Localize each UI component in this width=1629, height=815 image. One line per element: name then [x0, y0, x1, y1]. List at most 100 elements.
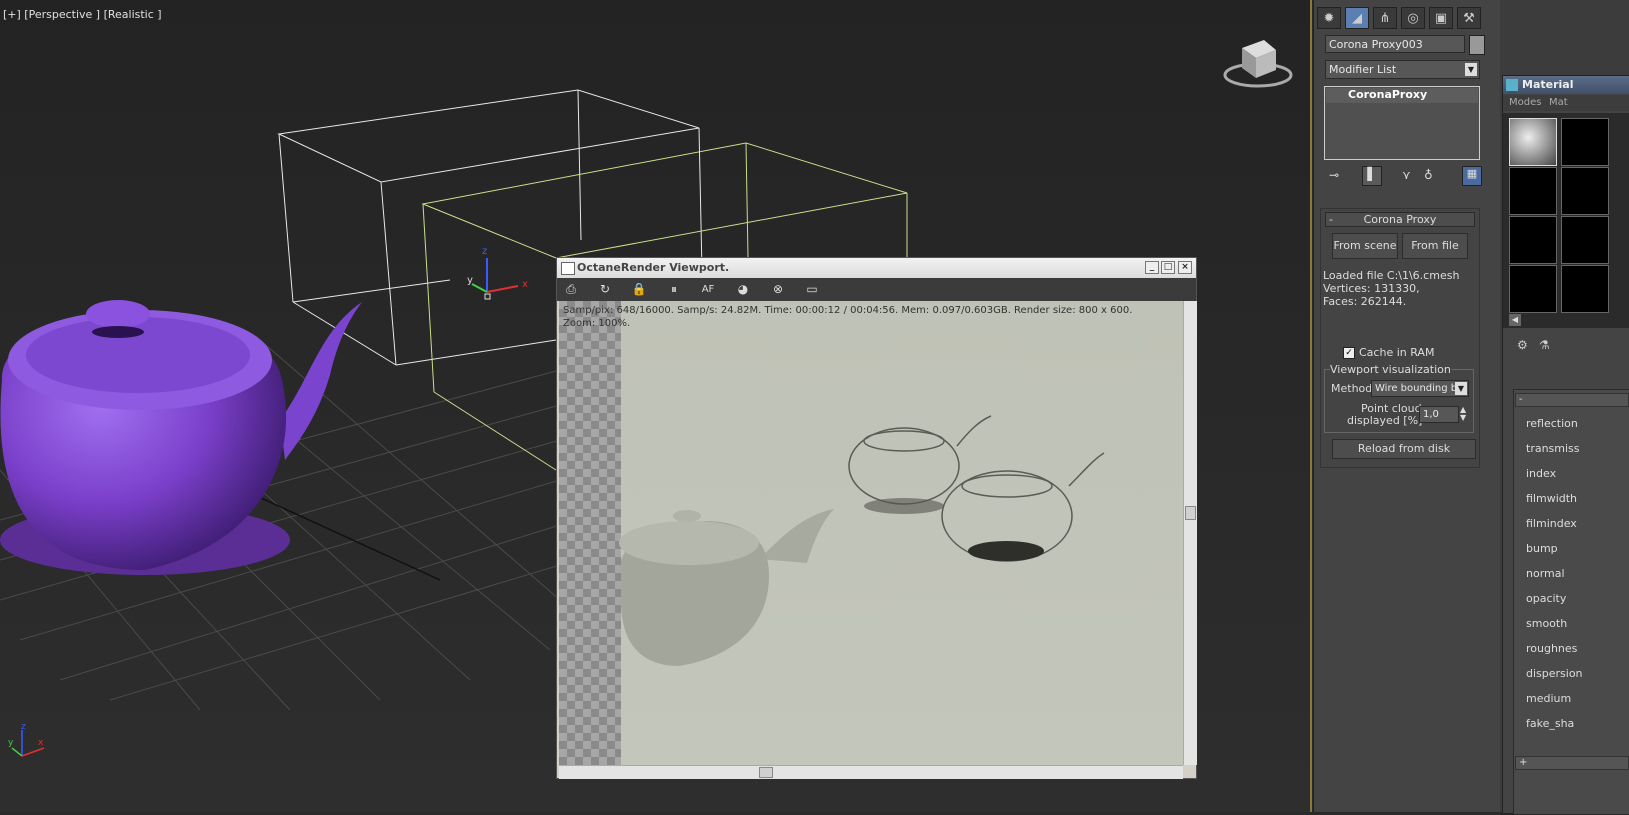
- sample-slot[interactable]: [1561, 118, 1609, 166]
- sample-slot[interactable]: [1509, 265, 1557, 313]
- object-name-field[interactable]: Corona Proxy003: [1325, 35, 1465, 53]
- hierarchy-icon[interactable]: ⋔: [1373, 7, 1397, 29]
- display-icon[interactable]: ▭: [803, 281, 821, 298]
- sample-slot[interactable]: [1561, 265, 1609, 313]
- cache-checkbox[interactable]: ✓: [1343, 347, 1355, 359]
- modifier-list-label: Modifier List: [1329, 63, 1397, 76]
- loaded-file-text: Loaded file C:\1\6.cmesh: [1323, 269, 1460, 282]
- maximize-button[interactable]: □: [1161, 261, 1175, 274]
- create-icon[interactable]: ✹: [1317, 7, 1341, 29]
- pin-stack-icon[interactable]: ⊸: [1329, 168, 1339, 182]
- modify-icon[interactable]: ◢: [1345, 7, 1369, 29]
- horizontal-scroll-thumb[interactable]: [759, 767, 773, 778]
- save-icon[interactable]: ⎙: [562, 281, 580, 298]
- chevron-down-icon[interactable]: ▼: [1455, 382, 1467, 395]
- material-editor-title: Material: [1522, 78, 1574, 91]
- material-editor-title-bar[interactable]: Material: [1503, 76, 1629, 94]
- rollout-header[interactable]: - Corona Proxy: [1325, 212, 1475, 227]
- modifier-stack[interactable]: CoronaProxy: [1324, 86, 1480, 160]
- reload-from-disk-button[interactable]: Reload from disk: [1332, 439, 1476, 459]
- remove-modifier-icon[interactable]: ♁: [1424, 168, 1433, 182]
- sample-slot[interactable]: [1509, 167, 1557, 215]
- configure-modifier-sets-icon[interactable]: ▦: [1462, 166, 1482, 186]
- param-filmwidth[interactable]: filmwidth: [1526, 492, 1577, 505]
- chevron-down-icon[interactable]: ▼: [1465, 63, 1477, 76]
- from-scene-button[interactable]: From scene: [1332, 233, 1398, 259]
- axis-z-label: z: [21, 722, 26, 732]
- window-icon: [561, 262, 575, 275]
- octane-viewport-window[interactable]: OctaneRender Viewport. _ □ × ⎙ ↻ 🔒 ⏸ AF …: [556, 257, 1197, 779]
- minimize-button[interactable]: _: [1145, 261, 1159, 274]
- utilities-icon[interactable]: ⚒: [1457, 7, 1481, 29]
- from-file-button[interactable]: From file: [1402, 233, 1468, 259]
- param-reflection[interactable]: reflection: [1526, 417, 1578, 430]
- cache-label: Cache in RAM: [1359, 346, 1435, 359]
- material-editor-icon: [1506, 79, 1518, 91]
- put-to-scene-icon[interactable]: ⚗: [1539, 338, 1550, 352]
- spinner-arrows-icon[interactable]: ▲ ▼: [1460, 406, 1466, 422]
- param-transmission[interactable]: transmiss: [1526, 442, 1580, 455]
- close-button[interactable]: ×: [1178, 261, 1192, 274]
- modifier-list-dropdown[interactable]: Modifier List ▼: [1325, 60, 1480, 79]
- faces-text: Faces: 262144.: [1323, 295, 1407, 308]
- sample-slot[interactable]: [1561, 216, 1609, 264]
- param-medium[interactable]: medium: [1526, 692, 1571, 705]
- scroll-left-icon[interactable]: ◀: [1509, 314, 1521, 326]
- octane-title-bar[interactable]: OctaneRender Viewport. _ □ ×: [557, 258, 1196, 278]
- param-index[interactable]: index: [1526, 467, 1556, 480]
- octane-title: OctaneRender Viewport.: [577, 261, 730, 274]
- param-normal[interactable]: normal: [1526, 567, 1565, 580]
- display-icon[interactable]: ▣: [1429, 7, 1453, 29]
- motion-icon[interactable]: ◎: [1401, 7, 1425, 29]
- param-dispersion[interactable]: dispersion: [1526, 667, 1583, 680]
- viewport-label[interactable]: [+] [Perspective ] [Realistic ]: [3, 8, 162, 21]
- method-label: Method: [1331, 382, 1373, 395]
- target-icon[interactable]: ⊗: [769, 281, 787, 298]
- render-stats: Samp/pix: 648/16000. Samp/s: 24.82M. Tim…: [563, 305, 1133, 316]
- object-color-swatch[interactable]: [1469, 35, 1485, 55]
- sample-slot[interactable]: [1561, 167, 1609, 215]
- param-roughness[interactable]: roughnes: [1526, 642, 1577, 655]
- menu-material[interactable]: Mat: [1549, 97, 1568, 108]
- corona-proxy-rollout: - Corona Proxy From scene From file Load…: [1320, 208, 1480, 468]
- octane-render-area[interactable]: Samp/pix: 648/16000. Samp/s: 24.82M. Tim…: [559, 301, 1183, 765]
- vertical-scrollbar[interactable]: [1183, 301, 1197, 765]
- show-end-result-icon[interactable]: ▌: [1362, 166, 1382, 186]
- make-unique-icon[interactable]: ⋎: [1402, 168, 1411, 182]
- autofocus-icon[interactable]: AF: [699, 281, 717, 298]
- params-rollout-footer[interactable]: +: [1515, 756, 1629, 770]
- horizontal-scrollbar[interactable]: [559, 765, 1183, 779]
- lock-icon[interactable]: 🔒: [630, 281, 648, 298]
- axis-y-label: y: [8, 738, 14, 748]
- get-material-icon[interactable]: ⚙: [1517, 338, 1528, 352]
- color-icon[interactable]: ◕: [734, 281, 752, 298]
- stack-item-coronaproxy[interactable]: CoronaProxy: [1326, 88, 1478, 103]
- zoom-level: Zoom: 100%.: [563, 318, 631, 329]
- method-value: Wire bounding bo: [1375, 383, 1464, 394]
- group-title: Viewport visualization: [1330, 363, 1451, 376]
- param-opacity[interactable]: opacity: [1526, 592, 1566, 605]
- material-editor-menu: Modes Mat: [1503, 95, 1629, 111]
- sample-slot-active[interactable]: [1509, 118, 1557, 166]
- gizmo-z-label: z: [482, 246, 488, 257]
- rollout-title: Corona Proxy: [1363, 213, 1437, 226]
- param-smooth[interactable]: smooth: [1526, 617, 1567, 630]
- param-bump[interactable]: bump: [1526, 542, 1558, 555]
- params-rollout-header[interactable]: -: [1515, 393, 1629, 407]
- menu-modes[interactable]: Modes: [1509, 97, 1541, 108]
- method-dropdown[interactable]: Wire bounding bo ▼: [1371, 380, 1469, 397]
- pause-icon[interactable]: ⏸: [665, 281, 683, 298]
- sample-slot[interactable]: [1509, 216, 1557, 264]
- refresh-icon[interactable]: ↻: [596, 281, 614, 298]
- point-cloud-label-line2: displayed [%]: [1347, 414, 1423, 427]
- render-image: [559, 301, 1183, 765]
- gizmo-x-label: x: [522, 279, 528, 290]
- vertical-scroll-thumb[interactable]: [1185, 506, 1196, 520]
- point-cloud-spinner[interactable]: 1,0: [1419, 406, 1459, 423]
- stack-toolbar: ⊸ ▌ ⋎ ♁ ▦: [1324, 166, 1490, 188]
- transform-gizmo: [471, 258, 519, 300]
- param-filmindex[interactable]: filmindex: [1526, 517, 1577, 530]
- viewcube: [1223, 40, 1293, 88]
- param-fake-shadows[interactable]: fake_sha: [1526, 717, 1574, 730]
- octane-toolbar: ⎙ ↻ 🔒 ⏸ AF ◕ ⊗ ▭: [557, 278, 1196, 301]
